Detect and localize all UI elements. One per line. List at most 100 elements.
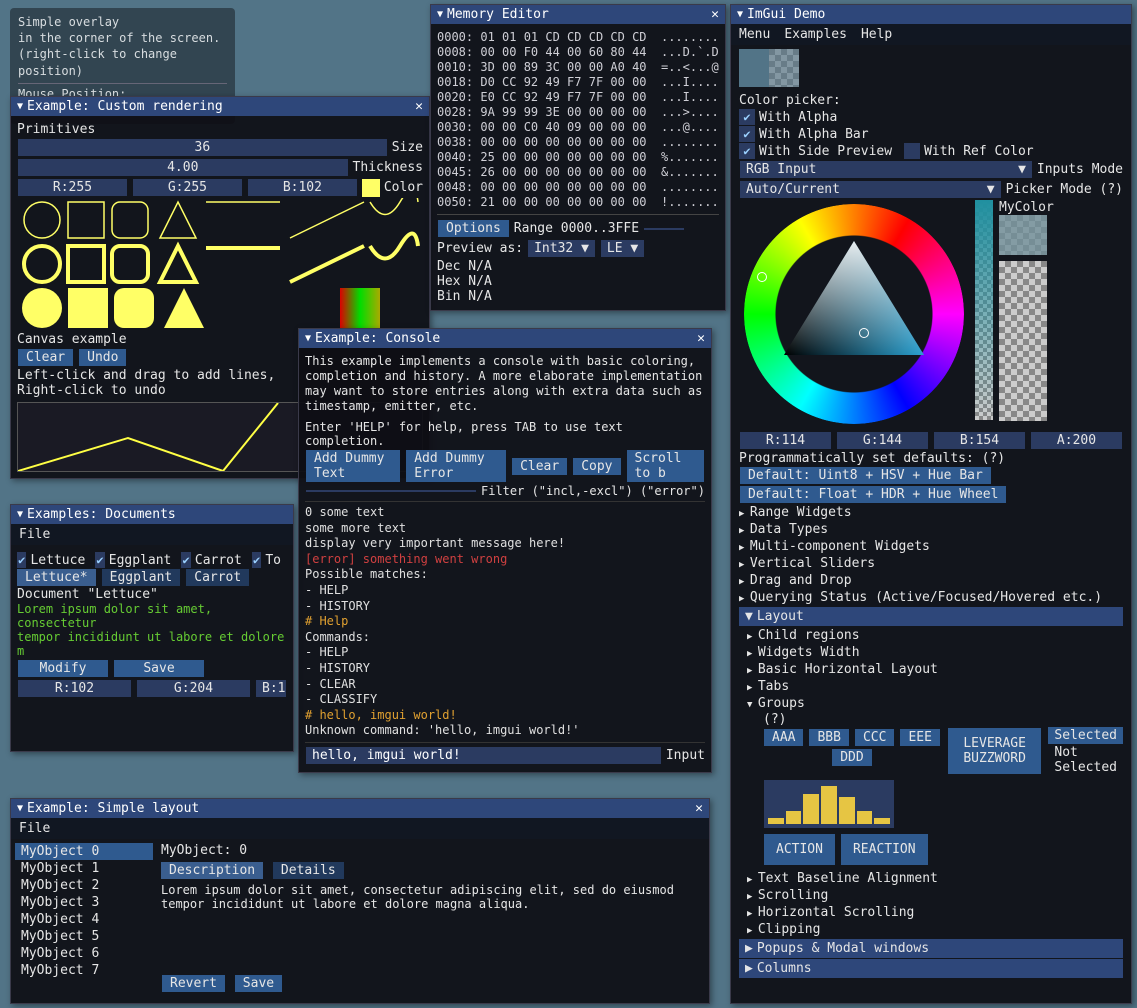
doc-tab[interactable]: Carrot: [186, 569, 249, 586]
close-icon[interactable]: ✕: [711, 7, 719, 22]
tree-node[interactable]: Clipping: [747, 921, 1123, 938]
leverage-button[interactable]: LEVERAGE BUZZWORD: [948, 728, 1041, 774]
mycolor-swatch[interactable]: [999, 215, 1047, 255]
color-swatch[interactable]: [362, 179, 380, 197]
clear-button[interactable]: Clear: [18, 349, 73, 366]
reaction-button[interactable]: REACTION: [841, 834, 928, 865]
r-slider[interactable]: R:114: [740, 432, 831, 449]
endian-combo[interactable]: LE ▼: [601, 240, 644, 257]
collapse-icon[interactable]: ▼: [737, 9, 743, 20]
hue-handle[interactable]: [757, 272, 767, 282]
thickness-slider[interactable]: 4.00: [18, 159, 348, 176]
modify-button[interactable]: Modify: [18, 660, 108, 677]
default1-button[interactable]: Default: Uint8 + HSV + Hue Bar: [740, 467, 991, 484]
selectable-selected[interactable]: Selected: [1048, 727, 1123, 744]
undo-button[interactable]: Undo: [79, 349, 126, 366]
tree-node[interactable]: Querying Status (Active/Focused/Hovered …: [739, 589, 1123, 606]
group-button[interactable]: BBB: [809, 729, 848, 746]
sv-handle[interactable]: [859, 328, 869, 338]
list-item[interactable]: MyObject 6: [15, 945, 153, 962]
alpha-bar[interactable]: [975, 200, 993, 420]
tree-node[interactable]: Text Baseline Alignment: [747, 870, 1123, 887]
tree-node[interactable]: Horizontal Scrolling: [747, 904, 1123, 921]
window-console[interactable]: ▼ Example: Console ✕ This example implem…: [298, 328, 712, 773]
list-item[interactable]: MyObject 4: [15, 911, 153, 928]
list-item[interactable]: MyObject 7: [15, 962, 153, 979]
checkbox[interactable]: ✔: [252, 552, 261, 568]
list-item[interactable]: MyObject 0: [15, 843, 153, 860]
tab-details[interactable]: Details: [273, 862, 344, 879]
close-icon[interactable]: ✕: [697, 331, 705, 346]
titlebar[interactable]: ▼ Example: Console ✕: [299, 329, 711, 348]
tree-node[interactable]: Multi-component Widgets: [739, 538, 1123, 555]
hex-view[interactable]: 0000: 01 01 01 CD CD CD CD CD ........ 0…: [437, 30, 719, 210]
ddd-button[interactable]: DDD: [832, 749, 871, 766]
titlebar[interactable]: ▼ Example: Custom rendering ✕: [11, 97, 429, 116]
default2-button[interactable]: Default: Float + HDR + Hue Wheel: [740, 486, 1006, 503]
color-g[interactable]: G:204: [137, 680, 250, 697]
menubar[interactable]: Menu Examples Help: [731, 24, 1131, 45]
doc-tab[interactable]: Lettuce*: [17, 569, 96, 586]
tree-node[interactable]: Basic Horizontal Layout: [747, 661, 1123, 678]
file-menu[interactable]: File: [19, 821, 50, 836]
doc-tab[interactable]: Eggplant: [102, 569, 181, 586]
titlebar[interactable]: ▼ Memory Editor ✕: [431, 5, 725, 24]
b-slider[interactable]: B:154: [934, 432, 1025, 449]
collapse-icon[interactable]: ▼: [305, 333, 311, 344]
checkbox[interactable]: ✔: [739, 109, 755, 125]
list-item[interactable]: MyObject 2: [15, 877, 153, 894]
list-item[interactable]: MyObject 3: [15, 894, 153, 911]
popups-header[interactable]: ▶Popups & Modal windows: [739, 939, 1123, 958]
save-button[interactable]: Save: [235, 975, 282, 992]
tree-node[interactable]: Scrolling: [747, 887, 1123, 904]
action-button[interactable]: ACTION: [764, 834, 835, 865]
menu-item[interactable]: Menu: [739, 27, 770, 42]
menu-item[interactable]: Help: [861, 27, 892, 42]
copy-button[interactable]: Copy: [573, 458, 620, 475]
collapse-icon[interactable]: ▼: [17, 803, 23, 814]
checkbox[interactable]: ✔: [95, 552, 104, 568]
a-slider[interactable]: A:200: [1031, 432, 1122, 449]
g-slider[interactable]: G:144: [837, 432, 928, 449]
color-r[interactable]: R:255: [18, 179, 127, 196]
group-button[interactable]: EEE: [900, 729, 939, 746]
console-input[interactable]: hello, imgui world!: [306, 747, 661, 764]
titlebar[interactable]: ▼ Examples: Documents: [11, 505, 293, 524]
tree-node[interactable]: Child regions: [747, 627, 1123, 644]
tree-node[interactable]: Tabs: [747, 678, 1123, 695]
tree-node[interactable]: Widgets Width: [747, 644, 1123, 661]
list-item[interactable]: MyObject 1: [15, 860, 153, 877]
add-dummy-error-button[interactable]: Add Dummy Error: [406, 450, 506, 482]
help-marker[interactable]: (?): [763, 712, 1123, 727]
color-r[interactable]: R:102: [18, 680, 131, 697]
inputs-mode-combo[interactable]: RGB Input▼: [740, 161, 1032, 178]
clear-button[interactable]: Clear: [512, 458, 567, 475]
console-log[interactable]: 0 some textsome more textdisplay very im…: [305, 505, 705, 739]
collapse-icon[interactable]: ▼: [17, 101, 23, 112]
selectable-not-selected[interactable]: Not Selected: [1048, 744, 1123, 776]
layout-header[interactable]: ▼Layout: [739, 607, 1123, 626]
tree-node[interactable]: Range Widgets: [739, 504, 1123, 521]
window-simple-layout[interactable]: ▼ Example: Simple layout ✕ File MyObject…: [10, 798, 710, 1004]
color-g[interactable]: G:255: [133, 179, 242, 196]
menu-item[interactable]: Examples: [784, 27, 847, 42]
tree-node[interactable]: Drag and Drop: [739, 572, 1123, 589]
file-menu[interactable]: File: [19, 527, 50, 542]
type-combo[interactable]: Int32 ▼: [528, 240, 595, 257]
revert-button[interactable]: Revert: [162, 975, 225, 992]
checkbox[interactable]: ✔: [739, 126, 755, 142]
tree-node[interactable]: Vertical Sliders: [739, 555, 1123, 572]
checkbox[interactable]: ✔: [17, 552, 26, 568]
close-icon[interactable]: ✕: [415, 99, 423, 114]
columns-header[interactable]: ▶Columns: [739, 959, 1123, 978]
window-memory-editor[interactable]: ▼ Memory Editor ✕ 0000: 01 01 01 CD CD C…: [430, 4, 726, 311]
list-item[interactable]: MyObject 5: [15, 928, 153, 945]
color-b[interactable]: B:1: [256, 680, 286, 697]
tree-node[interactable]: Data Types: [739, 521, 1123, 538]
window-imgui-demo[interactable]: ▼ ImGui Demo MenuExamplesHelp Color pick…: [730, 4, 1132, 1004]
color-wheel[interactable]: [739, 200, 969, 430]
titlebar[interactable]: ▼ ImGui Demo: [731, 5, 1131, 24]
size-slider[interactable]: 36: [18, 139, 387, 156]
collapse-icon[interactable]: ▼: [17, 509, 23, 520]
tree-groups[interactable]: Groups: [739, 695, 1123, 712]
